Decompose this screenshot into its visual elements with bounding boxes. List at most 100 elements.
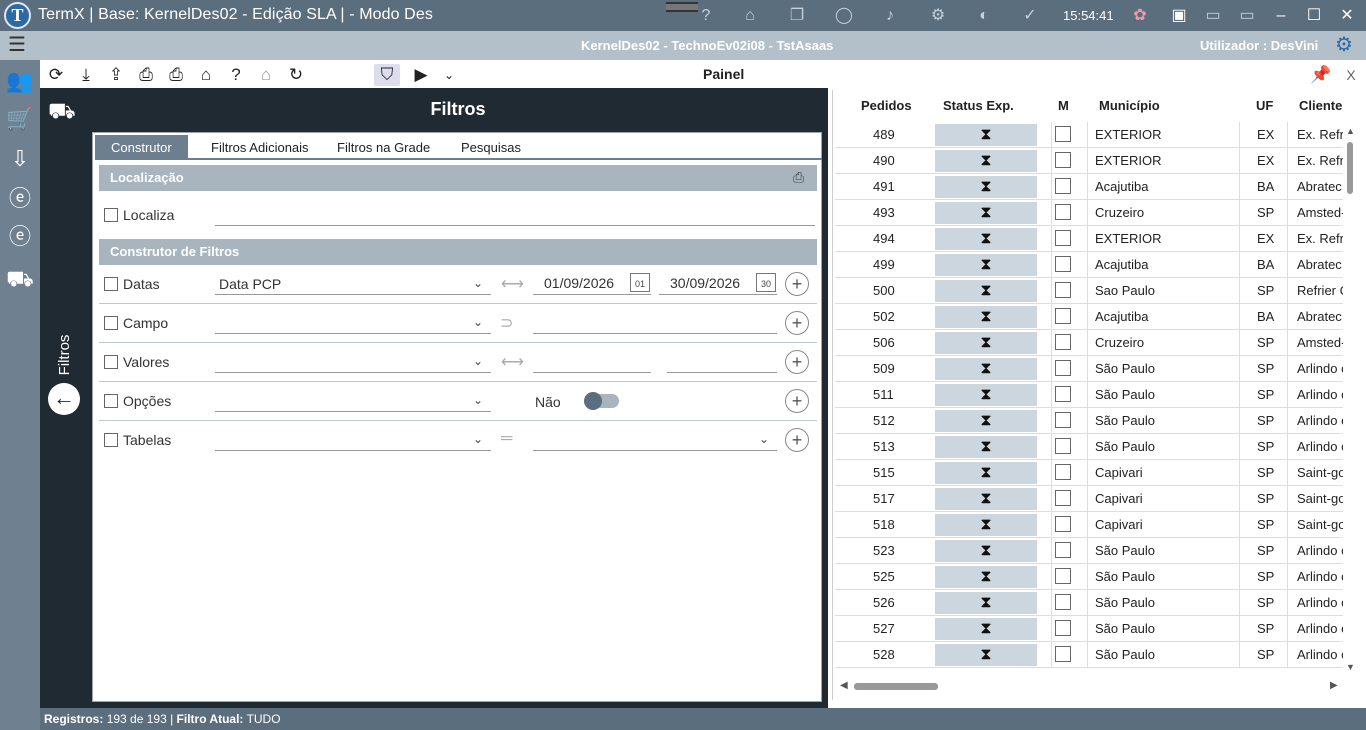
cart-down-icon[interactable]: ⇩ bbox=[4, 144, 36, 174]
calendar-from-icon[interactable]: 01 bbox=[630, 273, 650, 292]
export-icon[interactable]: ⇪ bbox=[105, 64, 127, 86]
tabelas-chevron-icon[interactable]: ⌄ bbox=[473, 432, 483, 446]
filter-icon[interactable]: ⛉ bbox=[374, 64, 400, 86]
add-datas-button[interactable]: + bbox=[785, 272, 809, 296]
close-window-icon[interactable]: ✕ bbox=[1337, 6, 1357, 26]
print-icon[interactable]: ⎙ bbox=[135, 64, 157, 86]
settings-gear-icon[interactable]: ⚙ bbox=[1335, 34, 1357, 56]
back-arrow-icon[interactable]: ← bbox=[48, 383, 80, 415]
chat-icon[interactable]: ◐ bbox=[974, 6, 994, 26]
add-tabelas-button[interactable]: + bbox=[785, 428, 809, 452]
datas-select[interactable]: Data PCP bbox=[219, 276, 281, 292]
mark-checkbox[interactable] bbox=[1055, 204, 1071, 220]
mark-checkbox[interactable] bbox=[1055, 256, 1071, 272]
valores-select[interactable] bbox=[215, 372, 491, 373]
opcoes-select[interactable] bbox=[215, 411, 491, 412]
tabelas-value-select[interactable] bbox=[533, 450, 777, 451]
opcoes-chevron-icon[interactable]: ⌄ bbox=[473, 393, 483, 407]
table-row[interactable]: 489 ⧗ EXTERIOR EX Ex. Refrig bbox=[835, 122, 1343, 148]
pin-icon[interactable]: 📌 bbox=[1310, 64, 1332, 86]
campo-select[interactable] bbox=[215, 333, 491, 334]
campo-value-input[interactable] bbox=[533, 333, 777, 334]
mark-checkbox[interactable] bbox=[1055, 646, 1071, 662]
mark-checkbox[interactable] bbox=[1055, 386, 1071, 402]
table-row[interactable]: 513 ⧗ São Paulo SP Arlindo c bbox=[835, 434, 1343, 460]
valores-checkbox[interactable] bbox=[104, 355, 118, 369]
table-row[interactable]: 528 ⧗ São Paulo SP Arlindo c bbox=[835, 642, 1343, 668]
bank-icon[interactable]: ⌂ bbox=[740, 6, 760, 26]
tab-filtros-na-grade[interactable]: Filtros na Grade bbox=[321, 135, 446, 159]
date-from-input[interactable]: 01/09/2026 bbox=[544, 275, 614, 291]
bell-icon[interactable]: ♪ bbox=[880, 6, 900, 26]
table-row[interactable]: 506 ⧗ Cruzeiro SP Amsted- bbox=[835, 330, 1343, 356]
mark-checkbox[interactable] bbox=[1055, 464, 1071, 480]
localiza-input[interactable] bbox=[215, 225, 815, 226]
printer-icon[interactable]: ⎙ bbox=[793, 169, 809, 185]
table-row[interactable]: 493 ⧗ Cruzeiro SP Amsted- bbox=[835, 200, 1343, 226]
download-icon[interactable]: ⤓ bbox=[75, 64, 97, 86]
monitor-icon[interactable]: ▭ bbox=[1237, 6, 1257, 26]
maximize-icon[interactable]: ☐ bbox=[1304, 6, 1324, 26]
mark-checkbox[interactable] bbox=[1055, 620, 1071, 636]
table-row[interactable]: 494 ⧗ EXTERIOR EX Ex. Refrig bbox=[835, 226, 1343, 252]
opcoes-toggle[interactable] bbox=[584, 392, 619, 410]
campo-chevron-icon[interactable]: ⌄ bbox=[473, 315, 483, 329]
scroll-up-icon[interactable]: ▲ bbox=[1346, 126, 1355, 136]
mark-checkbox[interactable] bbox=[1055, 126, 1071, 142]
tabelas-select[interactable] bbox=[215, 450, 491, 451]
menu-handle-icon[interactable] bbox=[666, 2, 698, 12]
vertical-scrollbar[interactable]: ▲ ▼ bbox=[1344, 126, 1358, 676]
table-row[interactable]: 490 ⧗ EXTERIOR EX Ex. Refrig bbox=[835, 148, 1343, 174]
tabelas-checkbox[interactable] bbox=[104, 433, 118, 447]
add-valores-button[interactable]: + bbox=[785, 350, 809, 374]
table-row[interactable]: 525 ⧗ São Paulo SP Arlindo c bbox=[835, 564, 1343, 590]
table-row[interactable]: 527 ⧗ São Paulo SP Arlindo c bbox=[835, 616, 1343, 642]
help-icon[interactable]: ? bbox=[225, 64, 247, 86]
cart-filter-icon[interactable]: ⛟ bbox=[4, 264, 36, 294]
valores-from-input[interactable] bbox=[533, 372, 651, 373]
tab-construtor[interactable]: Construtor bbox=[95, 135, 188, 159]
mark-checkbox[interactable] bbox=[1055, 178, 1071, 194]
hscroll-thumb[interactable] bbox=[854, 683, 938, 690]
table-row[interactable]: 518 ⧗ Capivari SP Saint-go bbox=[835, 512, 1343, 538]
campo-checkbox[interactable] bbox=[104, 316, 118, 330]
mark-checkbox[interactable] bbox=[1055, 308, 1071, 324]
table-row[interactable]: 523 ⧗ São Paulo SP Arlindo c bbox=[835, 538, 1343, 564]
institution-icon[interactable]: ⌂ bbox=[255, 64, 277, 86]
camera-icon[interactable]: ▣ bbox=[1169, 6, 1189, 26]
map-e-icon[interactable]: ⓔ bbox=[4, 184, 36, 214]
add-campo-button[interactable]: + bbox=[785, 311, 809, 335]
tab-filtros-adicionais[interactable]: Filtros Adicionais bbox=[195, 135, 325, 159]
table-row[interactable]: 512 ⧗ São Paulo SP Arlindo c bbox=[835, 408, 1343, 434]
scroll-thumb[interactable] bbox=[1347, 142, 1353, 194]
people-icon[interactable]: 👥 bbox=[4, 66, 36, 96]
valores-to-input[interactable] bbox=[667, 372, 777, 373]
cart-icon[interactable]: 🛒 bbox=[4, 104, 36, 134]
col-cliente[interactable]: Cliente bbox=[1299, 98, 1342, 113]
mark-checkbox[interactable] bbox=[1055, 568, 1071, 584]
calendar-to-icon[interactable]: 30 bbox=[756, 273, 776, 292]
date-to-input[interactable]: 30/09/2026 bbox=[670, 275, 740, 291]
print-preview-icon[interactable]: ⎙ bbox=[165, 64, 187, 86]
table-row[interactable]: 499 ⧗ Acajutiba BA Abratec bbox=[835, 252, 1343, 278]
check-icon[interactable]: ✓ bbox=[1020, 6, 1040, 26]
add-opcoes-button[interactable]: + bbox=[785, 389, 809, 413]
horizontal-scrollbar[interactable]: ◀ ▶ bbox=[840, 680, 1340, 694]
valores-chevron-icon[interactable]: ⌄ bbox=[473, 354, 483, 368]
mark-checkbox[interactable] bbox=[1055, 542, 1071, 558]
table-row[interactable]: 511 ⧗ São Paulo SP Arlindo c bbox=[835, 382, 1343, 408]
localiza-checkbox[interactable] bbox=[104, 208, 118, 222]
minimize-icon[interactable]: – bbox=[1271, 6, 1291, 26]
mark-checkbox[interactable] bbox=[1055, 490, 1071, 506]
user-icon[interactable]: ◯ bbox=[834, 6, 854, 26]
help-icon[interactable]: ? bbox=[696, 6, 716, 26]
close-panel-button[interactable]: X bbox=[1340, 64, 1362, 86]
reload-icon[interactable]: ↻ bbox=[285, 64, 307, 86]
table-row[interactable]: 509 ⧗ São Paulo SP Arlindo c bbox=[835, 356, 1343, 382]
mark-checkbox[interactable] bbox=[1055, 594, 1071, 610]
mark-checkbox[interactable] bbox=[1055, 360, 1071, 376]
opcoes-checkbox[interactable] bbox=[104, 394, 118, 408]
scroll-left-icon[interactable]: ◀ bbox=[840, 680, 848, 691]
restore-small-icon[interactable]: ▭ bbox=[1203, 6, 1223, 26]
table-row[interactable]: 517 ⧗ Capivari SP Saint-go bbox=[835, 486, 1343, 512]
